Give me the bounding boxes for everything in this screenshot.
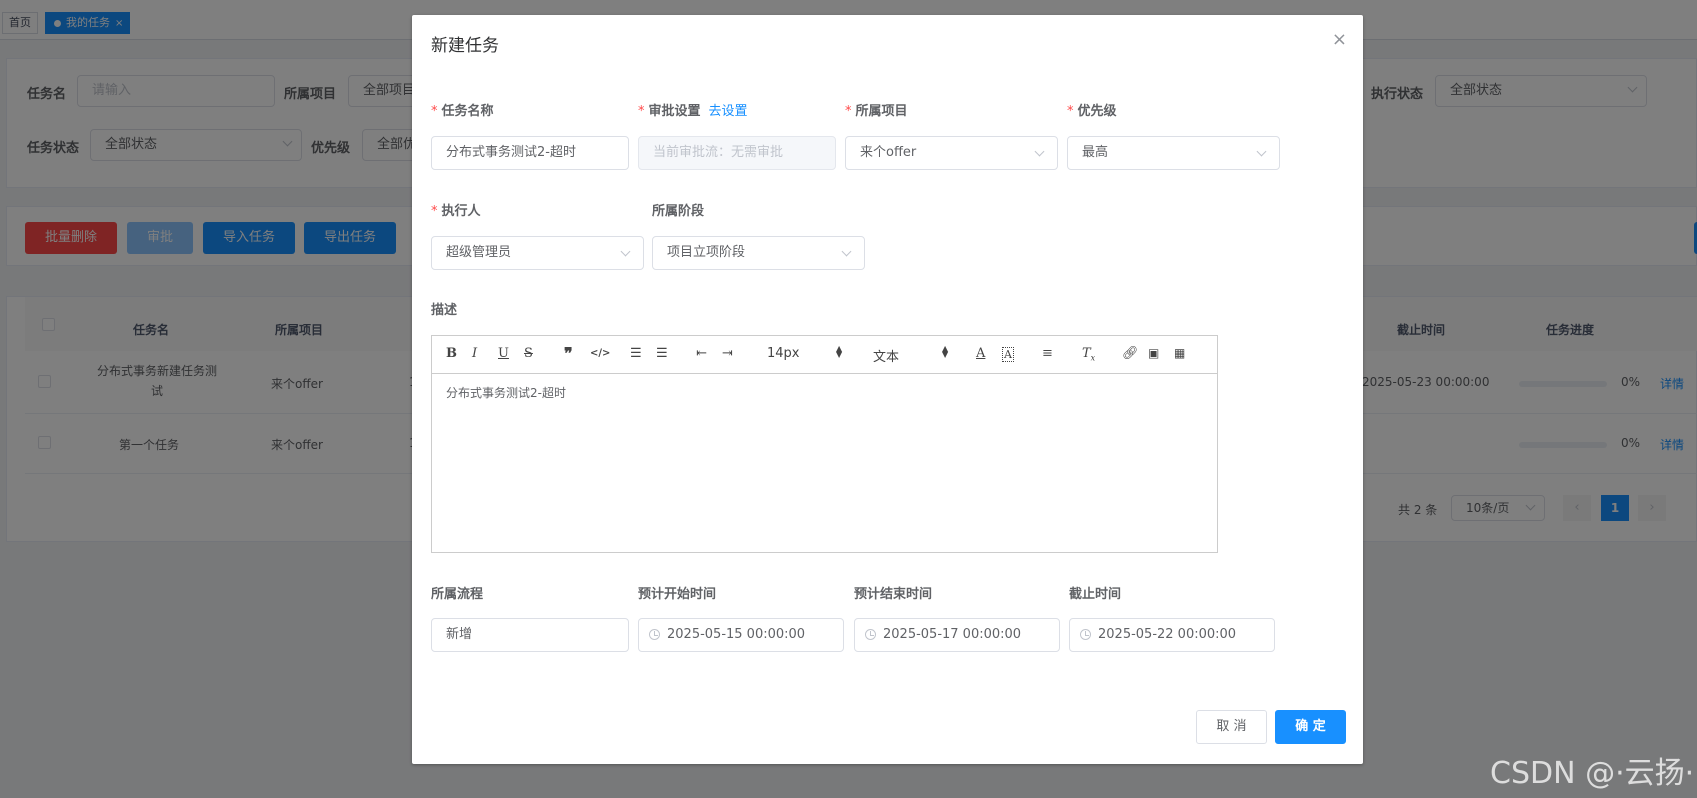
italic-icon[interactable]: I <box>472 346 477 361</box>
editor-content[interactable]: 分布式事务测试2-超时 <box>446 384 566 401</box>
chevron-down-icon <box>620 246 631 257</box>
text-color-icon[interactable]: A <box>976 346 985 361</box>
font-size-select[interactable]: 14px <box>767 346 800 361</box>
executor-select[interactable]: 超级管理员 <box>431 236 644 270</box>
clock-icon <box>865 629 876 640</box>
indent-icon[interactable]: ⇥ <box>722 346 733 361</box>
description-label: 描述 <box>431 303 458 318</box>
task-name-input[interactable]: 分布式事务测试2-超时 <box>431 136 629 170</box>
label-text: 所属阶段 <box>652 204 705 219</box>
stage-select[interactable]: 项目立项阶段 <box>652 236 865 270</box>
priority-label: * 优先级 <box>1067 100 1117 119</box>
project-select[interactable]: 来个offer <box>845 136 1058 170</box>
ordered-list-icon[interactable]: ☰ <box>630 346 642 361</box>
close-icon[interactable]: × <box>1332 29 1347 50</box>
strikethrough-icon[interactable]: S <box>524 346 533 361</box>
goto-settings-link[interactable]: 去设置 <box>709 104 748 119</box>
clock-icon <box>649 629 660 640</box>
start-time-picker[interactable]: 2025-05-15 00:00:00 <box>638 618 844 652</box>
blockquote-icon[interactable]: ❞ <box>564 344 573 363</box>
required-mark: * <box>431 104 438 119</box>
end-time-picker[interactable]: 2025-05-17 00:00:00 <box>854 618 1060 652</box>
rich-text-editor: B I U S ❞ </> ☰ ☰ ⇤ ⇥ 14px ▲ ▼ 文本 ▲ ▼ A A … <box>431 335 1218 553</box>
confirm-button[interactable]: 确 定 <box>1275 710 1346 744</box>
link-icon[interactable]: 🔗︎ <box>1122 346 1139 361</box>
executor-label: * 执行人 <box>431 200 481 219</box>
required-mark: * <box>1067 104 1074 119</box>
project-label: * 所属项目 <box>845 100 908 119</box>
date-value: 2025-05-15 00:00:00 <box>667 627 806 642</box>
clear-format-icon[interactable]: Tx <box>1082 346 1095 363</box>
watermark: CSDN @·云扬· <box>1490 756 1695 791</box>
required-mark: * <box>431 204 438 219</box>
select-value: 最高 <box>1082 145 1109 160</box>
cancel-button[interactable]: 取 消 <box>1196 710 1267 744</box>
image-icon[interactable]: ▣ <box>1148 346 1159 360</box>
align-icon[interactable]: ≡ <box>1042 346 1053 361</box>
required-mark: * <box>638 104 645 119</box>
new-task-dialog: 新建任务 × * 任务名称 分布式事务测试2-超时 * 审批设置 去设置 当前审批流：… <box>412 15 1363 764</box>
select-value: 来个offer <box>860 145 917 160</box>
priority-select[interactable]: 最高 <box>1067 136 1280 170</box>
start-time-label: 预计开始时间 <box>638 587 717 602</box>
clock-icon <box>1080 629 1091 640</box>
outdent-icon[interactable]: ⇤ <box>696 346 707 361</box>
select-value: 项目立项阶段 <box>667 245 746 260</box>
deadline-label: 截止时间 <box>1069 587 1122 602</box>
approval-flow-input: 当前审批流：无需审批 <box>638 136 836 170</box>
label-text: 优先级 <box>1077 104 1117 119</box>
chevron-down-icon <box>1256 146 1267 157</box>
label-text: 所属项目 <box>855 104 908 119</box>
label-text: 任务名称 <box>441 104 494 119</box>
approval-label: * 审批设置 去设置 <box>638 100 748 119</box>
select-value: 超级管理员 <box>446 245 512 260</box>
required-mark: * <box>845 104 852 119</box>
end-time-label: 预计结束时间 <box>854 587 933 602</box>
date-value: 2025-05-17 00:00:00 <box>883 627 1022 642</box>
stage-label: 所属阶段 <box>652 200 704 219</box>
bold-icon[interactable]: B <box>446 346 457 361</box>
select-arrows-icon: ▲ ▼ <box>942 344 949 359</box>
chevron-down-icon <box>1034 146 1045 157</box>
label-text: 审批设置 <box>648 104 701 119</box>
task-name-label: * 任务名称 <box>431 100 494 119</box>
header-select[interactable]: 文本 <box>873 346 899 365</box>
deadline-picker[interactable]: 2025-05-22 00:00:00 <box>1069 618 1275 652</box>
select-arrows-icon: ▲ ▼ <box>836 344 843 359</box>
background-color-icon[interactable]: A <box>1002 347 1014 362</box>
date-value: 2025-05-22 00:00:00 <box>1098 627 1237 642</box>
flow-label: 所属流程 <box>431 587 484 602</box>
label-text: 执行人 <box>441 204 481 219</box>
code-icon[interactable]: </> <box>590 348 610 359</box>
chevron-down-icon <box>841 246 852 257</box>
dialog-title: 新建任务 <box>431 36 499 56</box>
video-icon[interactable]: ▦ <box>1174 346 1185 360</box>
editor-toolbar: B I U S ❞ </> ☰ ☰ ⇤ ⇥ 14px ▲ ▼ 文本 ▲ ▼ A A … <box>432 336 1217 374</box>
flow-input[interactable]: 新增 <box>431 618 629 652</box>
bullet-list-icon[interactable]: ☰ <box>656 346 668 361</box>
underline-icon[interactable]: U <box>498 346 509 361</box>
